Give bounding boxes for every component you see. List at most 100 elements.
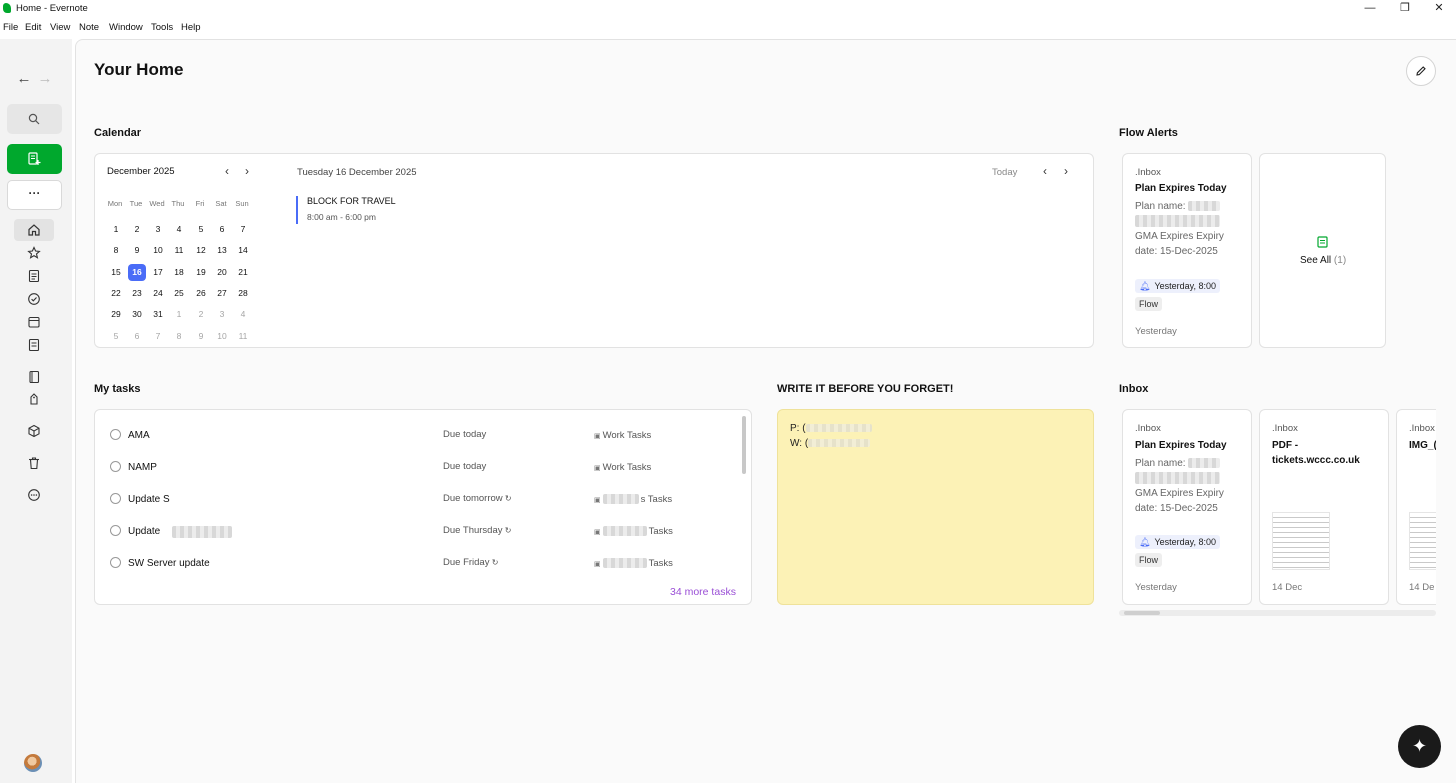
calendar-day[interactable]: 3 xyxy=(149,221,167,238)
calendar-day[interactable]: 6 xyxy=(128,328,146,345)
calendar-day[interactable]: 2 xyxy=(128,221,146,238)
calendar-day[interactable]: 26 xyxy=(192,285,210,302)
customize-home-button[interactable] xyxy=(1406,56,1436,86)
menu-note[interactable]: Note xyxy=(79,22,99,33)
more-actions-button[interactable]: ··· xyxy=(7,180,62,210)
calendar-day[interactable]: 27 xyxy=(213,285,231,302)
sidebar-item-trash[interactable] xyxy=(14,452,54,474)
sidebar-item-spaces[interactable] xyxy=(14,420,54,442)
task-checkbox[interactable] xyxy=(110,557,121,568)
next-day-chevron-icon[interactable]: › xyxy=(1064,164,1068,178)
sidebar-item-tags[interactable] xyxy=(14,388,54,410)
see-all-label[interactable]: See All (1) xyxy=(1300,255,1346,266)
weekday-label: Mon xyxy=(107,199,123,208)
calendar-day[interactable]: 29 xyxy=(107,306,125,323)
menu-file[interactable]: File xyxy=(3,22,18,33)
forward-arrow-icon[interactable]: → xyxy=(37,70,53,87)
task-checkbox[interactable] xyxy=(110,429,121,440)
calendar-day[interactable]: 21 xyxy=(234,264,252,281)
event-title[interactable]: BLOCK FOR TRAVEL xyxy=(307,196,396,206)
sidebar-item-shortcuts[interactable] xyxy=(14,242,54,264)
redacted-text xyxy=(602,526,647,537)
calendar-day[interactable]: 1 xyxy=(170,306,188,323)
sidebar-item-more[interactable] xyxy=(14,484,54,506)
calendar-day[interactable]: 20 xyxy=(213,264,231,281)
calendar-day[interactable]: 8 xyxy=(170,328,188,345)
calendar-day[interactable]: 10 xyxy=(213,328,231,345)
calendar-day[interactable]: 4 xyxy=(170,221,188,238)
inbox-note-card[interactable] xyxy=(1396,409,1436,605)
prev-month-chevron-icon[interactable]: ‹ xyxy=(225,164,229,178)
see-all-card[interactable] xyxy=(1259,153,1386,348)
calendar-day[interactable]: 9 xyxy=(128,242,146,259)
calendar-day[interactable]: 5 xyxy=(107,328,125,345)
calendar-day[interactable]: 3 xyxy=(213,306,231,323)
calendar-day[interactable]: 7 xyxy=(234,221,252,238)
sidebar-item-home[interactable] xyxy=(14,219,54,241)
calendar-day[interactable]: 14 xyxy=(234,242,252,259)
calendar-day[interactable]: 17 xyxy=(149,264,167,281)
menu-edit[interactable]: Edit xyxy=(25,22,41,33)
calendar-day[interactable]: 11 xyxy=(234,328,252,345)
menu-help[interactable]: Help xyxy=(181,22,201,33)
calendar-day[interactable]: 8 xyxy=(107,242,125,259)
calendar-day[interactable]: 10 xyxy=(149,242,167,259)
calendar-day[interactable]: 18 xyxy=(170,264,188,281)
task-name[interactable]: Update S xyxy=(128,494,170,505)
calendar-day[interactable]: 19 xyxy=(192,264,210,281)
avatar[interactable] xyxy=(24,754,42,772)
calendar-day[interactable]: 1 xyxy=(107,221,125,238)
calendar-day[interactable]: 4 xyxy=(234,306,252,323)
search-button[interactable] xyxy=(7,104,62,134)
task-checkbox[interactable] xyxy=(110,461,121,472)
task-checkbox[interactable] xyxy=(110,525,121,536)
close-button[interactable]: ✕ xyxy=(1421,0,1456,16)
task-name[interactable]: AMA xyxy=(128,430,150,441)
calendar-day[interactable]: 11 xyxy=(170,242,188,259)
sidebar-item-notebook[interactable] xyxy=(14,334,54,356)
inbox-scrollbar[interactable] xyxy=(1119,610,1436,616)
calendar-day[interactable]: 7 xyxy=(149,328,167,345)
calendar-day[interactable]: 16 xyxy=(128,263,146,281)
next-month-chevron-icon[interactable]: › xyxy=(245,164,249,178)
inbox-scrollbar-thumb[interactable] xyxy=(1124,611,1160,615)
calendar-day[interactable]: 15 xyxy=(107,264,125,281)
calendar-day[interactable]: 5 xyxy=(192,221,210,238)
calendar-day[interactable]: 31 xyxy=(149,306,167,323)
task-name[interactable]: Update xyxy=(128,526,160,537)
redacted-text xyxy=(1188,458,1221,469)
plan-name-label: Plan name: xyxy=(1135,201,1186,212)
sidebar-item-notes[interactable] xyxy=(14,265,54,287)
calendar-day[interactable]: 2 xyxy=(192,306,210,323)
calendar-day[interactable]: 28 xyxy=(234,285,252,302)
tasks-scrollbar[interactable] xyxy=(742,416,746,474)
prev-day-chevron-icon[interactable]: ‹ xyxy=(1043,164,1047,178)
menu-view[interactable]: View xyxy=(50,22,70,33)
task-name[interactable]: NAMP xyxy=(128,462,157,473)
calendar-day[interactable]: 23 xyxy=(128,285,146,302)
calendar-day[interactable]: 30 xyxy=(128,306,146,323)
today-button[interactable]: Today xyxy=(992,167,1017,178)
task-name[interactable]: SW Server update xyxy=(128,558,210,569)
restore-button[interactable]: ❐ xyxy=(1387,0,1423,16)
back-arrow-icon[interactable]: ← xyxy=(16,70,32,87)
calendar-day[interactable]: 12 xyxy=(192,242,210,259)
sidebar-item-calendar[interactable] xyxy=(14,311,54,333)
new-note-button[interactable] xyxy=(7,144,62,174)
sidebar-item-notebooks[interactable] xyxy=(14,366,54,388)
menu-window[interactable]: Window xyxy=(109,22,143,33)
inbox-note-card[interactable] xyxy=(1259,409,1389,605)
menu-tools[interactable]: Tools xyxy=(151,22,173,33)
sidebar-item-tasks[interactable] xyxy=(14,288,54,310)
calendar-day[interactable]: 25 xyxy=(170,285,188,302)
task-checkbox[interactable] xyxy=(110,493,121,504)
calendar-day[interactable]: 6 xyxy=(213,221,231,238)
note-icon xyxy=(1317,236,1328,248)
calendar-day[interactable]: 24 xyxy=(149,285,167,302)
calendar-day[interactable]: 22 xyxy=(107,285,125,302)
ai-assistant-button[interactable]: ✦ xyxy=(1398,725,1441,768)
calendar-day[interactable]: 9 xyxy=(192,328,210,345)
minimize-button[interactable]: — xyxy=(1352,0,1388,16)
more-tasks-link[interactable]: 34 more tasks xyxy=(670,586,736,598)
calendar-day[interactable]: 13 xyxy=(213,242,231,259)
